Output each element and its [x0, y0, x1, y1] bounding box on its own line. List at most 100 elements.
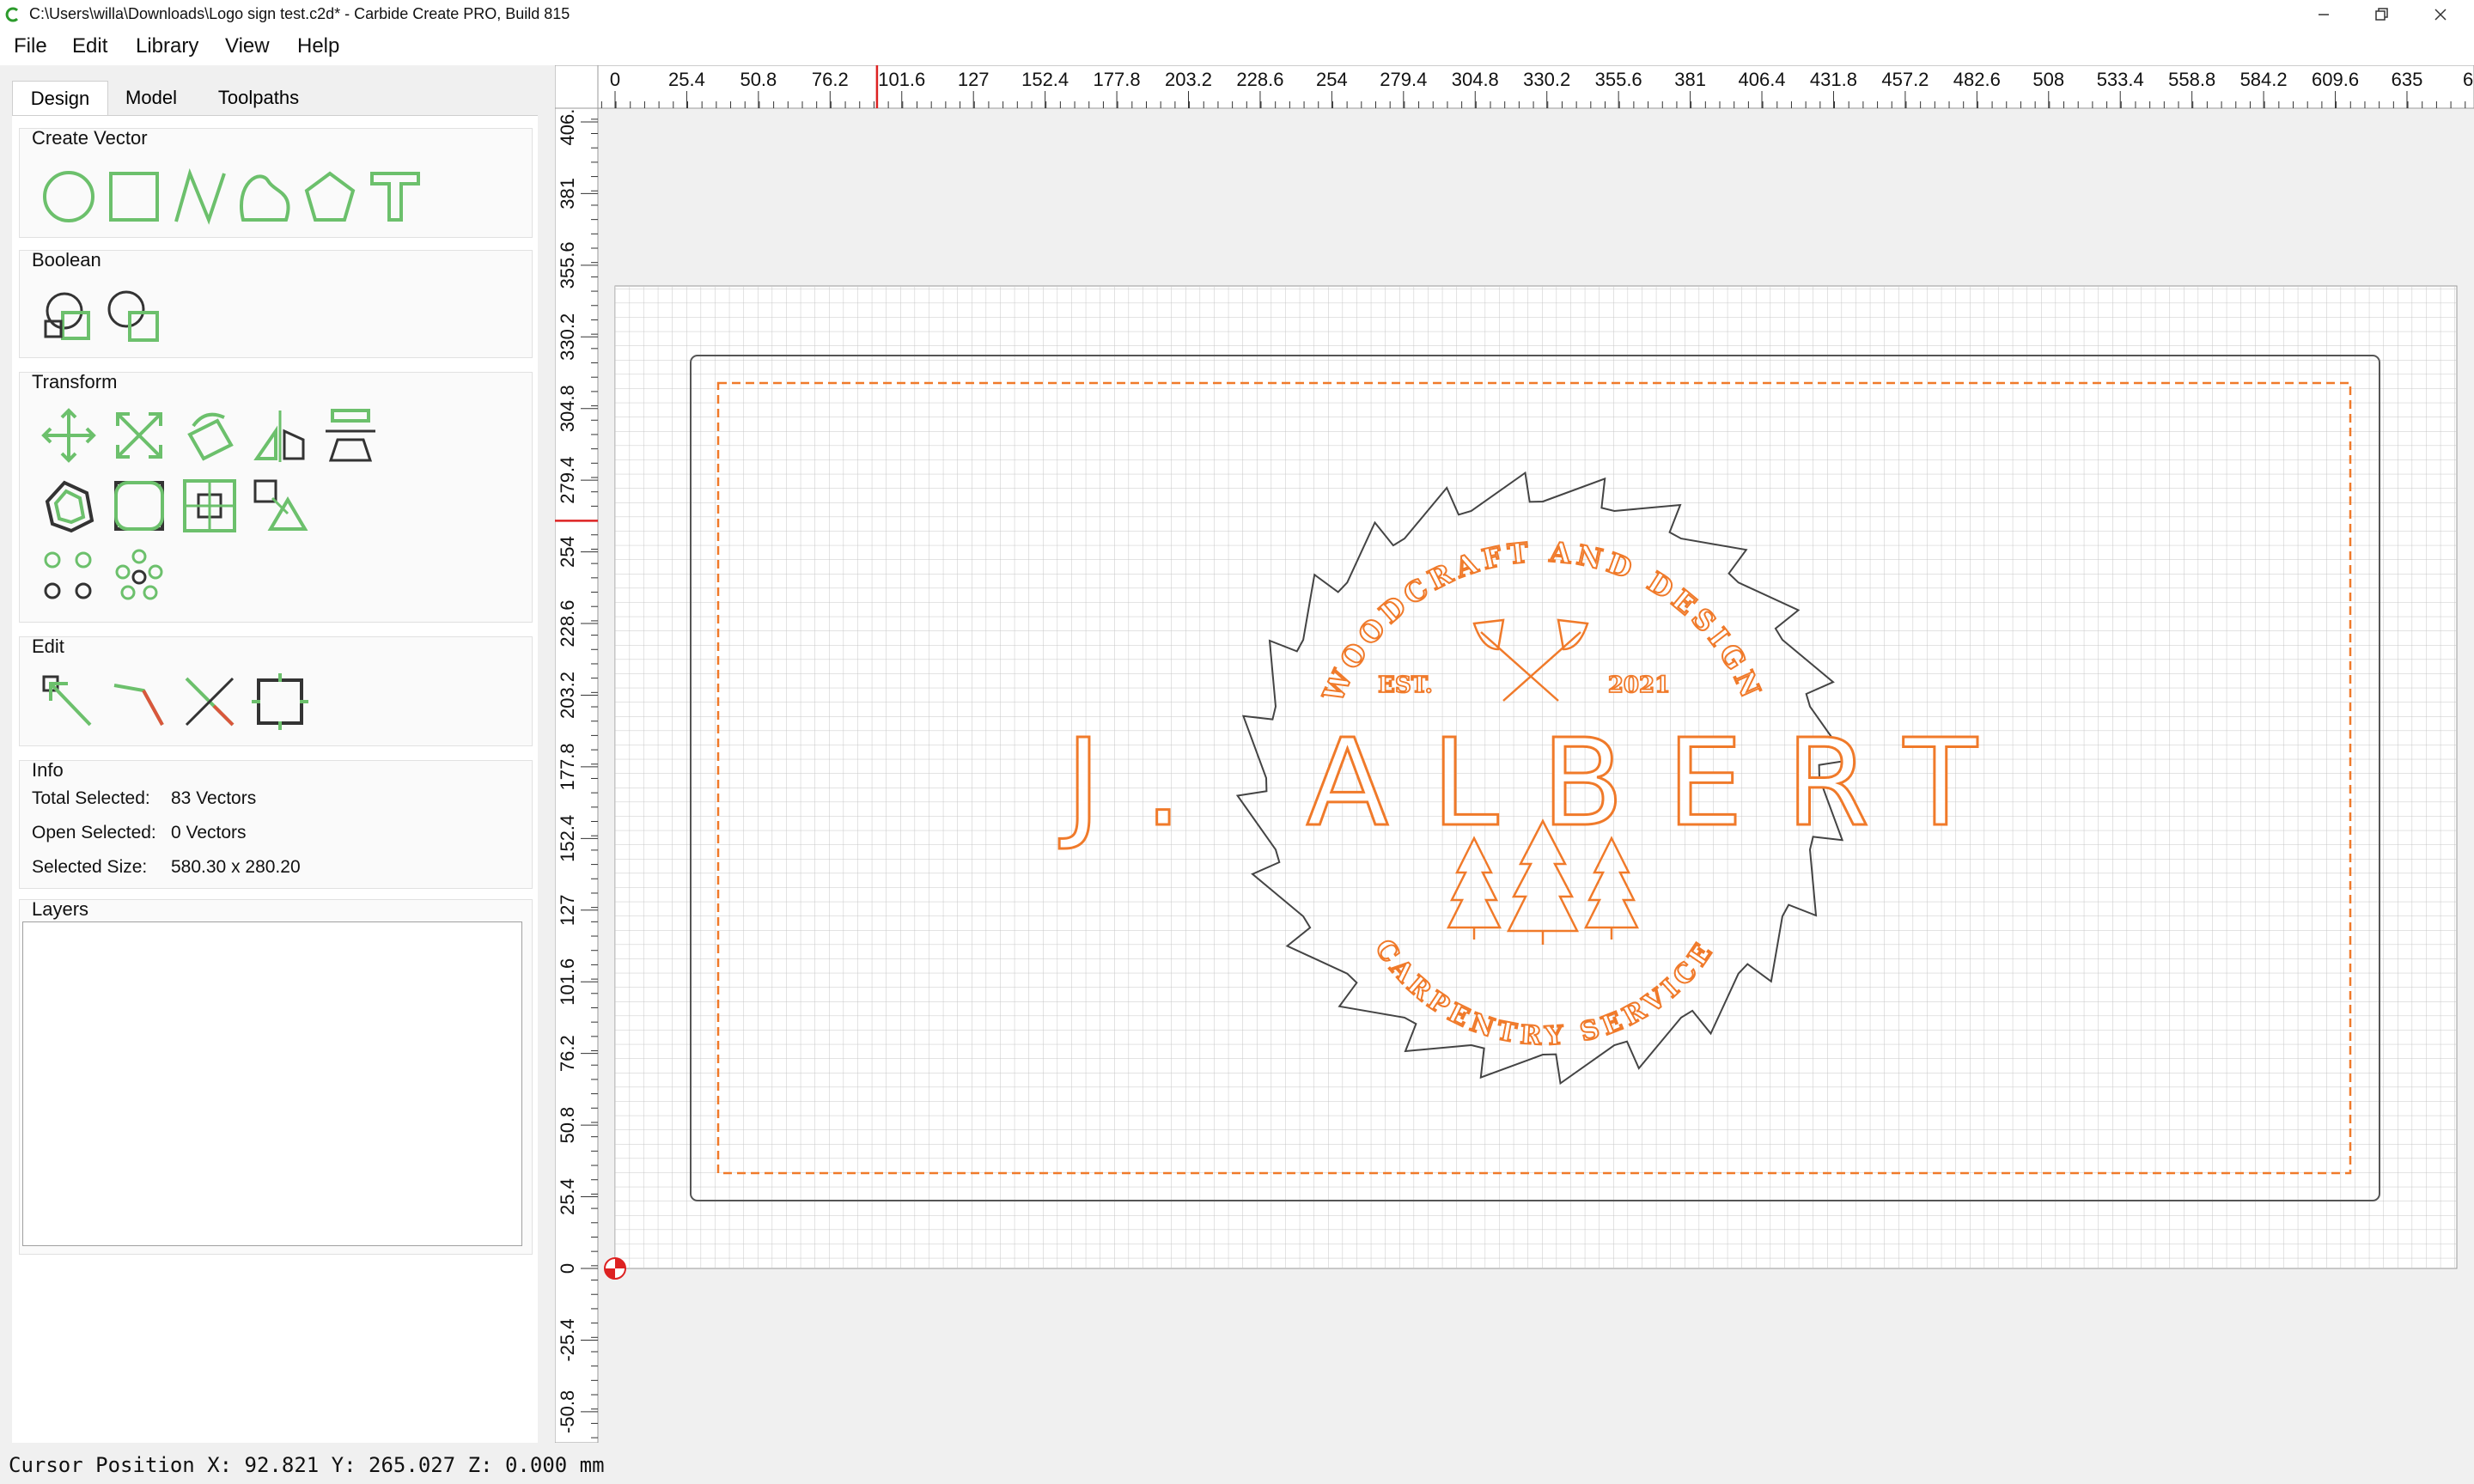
move-tool-button[interactable] [39, 405, 99, 465]
join-tool-button[interactable] [109, 672, 169, 732]
ruler-x-label: 355.6 [1595, 69, 1642, 90]
menu-help[interactable]: Help [297, 34, 339, 58]
tab-toolpaths[interactable]: Toolpaths [198, 81, 320, 115]
polygon-icon [304, 171, 356, 222]
ruler-y-label: 152.4 [557, 815, 578, 862]
ruler-y-label: 304.8 [557, 385, 578, 432]
mirror-tool-button[interactable] [250, 405, 310, 465]
origin-marker [604, 1257, 626, 1280]
open-selected-value: 0 Vectors [171, 823, 247, 842]
align-tool-button[interactable] [320, 405, 381, 465]
trim-icon [185, 677, 235, 727]
ruler-x-label: 228.6 [1236, 69, 1283, 90]
design-canvas[interactable]: WOODCRAFT AND DESIGN CARPENTRY SERVICE E… [554, 64, 2474, 1444]
logo-name: J. ALBERT [1058, 714, 2020, 854]
selected-size-value: 580.30 x 280.20 [171, 857, 301, 877]
curve-icon [240, 174, 290, 222]
tab-design[interactable]: Design [12, 81, 108, 116]
total-selected-label: Total Selected: [32, 788, 150, 808]
trace-tool-button[interactable] [250, 476, 310, 536]
logo-est-label: EST. [1378, 672, 1433, 698]
scale-icon [116, 412, 162, 459]
ruler-x-label: 533.4 [2097, 69, 2144, 90]
selected-size-label: Selected Size: [32, 857, 148, 877]
tab-model[interactable]: Model [110, 81, 192, 115]
rectangle-tool-button[interactable] [104, 167, 164, 227]
menu-library[interactable]: Library [136, 34, 198, 58]
union-icon [44, 292, 90, 340]
offset-icon [45, 480, 94, 533]
ruler-x-label: 406.4 [1738, 69, 1785, 90]
node-edit-tool-button[interactable] [39, 672, 99, 732]
layers-list[interactable] [22, 921, 522, 1246]
create-vector-section: Create Vector [19, 127, 533, 238]
fillet-tool-button[interactable] [109, 476, 169, 536]
ruler-y-label: -25.4 [557, 1318, 578, 1361]
bounding-box-tool-button[interactable] [250, 672, 310, 732]
close-button[interactable] [2410, 0, 2471, 29]
ruler-y-label: 330.2 [557, 313, 578, 361]
restore-button[interactable] [2352, 0, 2412, 29]
polygon-tool-button[interactable] [300, 167, 360, 227]
carbide-logo-icon [5, 7, 19, 22]
ruler-x-label: 609.6 [2312, 69, 2359, 90]
ruler-x-label: 25.4 [668, 69, 705, 90]
design-tab-content: Create Vector Boolean Transform Edit Inf… [12, 115, 538, 1444]
info-section: Info Total Selected: 83 Vectors Open Sel… [19, 759, 533, 889]
ruler-x-label: 0 [610, 69, 620, 90]
total-selected-value: 83 Vectors [171, 788, 257, 808]
total-selected-row: Total Selected: 83 Vectors [32, 788, 256, 809]
ruler-y-label: 355.6 [557, 241, 578, 289]
open-selected-label: Open Selected: [32, 823, 156, 842]
ruler-y-label: 50.8 [557, 1107, 578, 1144]
curve-tool-button[interactable] [235, 167, 295, 227]
scale-tool-button[interactable] [109, 405, 169, 465]
ruler-y-label: -50.8 [557, 1390, 578, 1433]
ruler-corner [554, 64, 599, 109]
trim-tool-button[interactable] [180, 672, 240, 732]
selected-size-row: Selected Size: 580.30 x 280.20 [32, 857, 301, 878]
menu-edit[interactable]: Edit [72, 34, 107, 58]
ruler-y-label: 279.4 [557, 457, 578, 504]
ruler-y-label: 381 [557, 178, 578, 210]
difference-tool-button[interactable] [104, 287, 164, 347]
circle-icon [43, 171, 94, 222]
ruler-y-label: 127 [557, 894, 578, 926]
ruler-x-label: 203.2 [1165, 69, 1212, 90]
align-icon [326, 409, 375, 462]
ruler-x-label: 76.2 [812, 69, 849, 90]
edit-section: Edit [19, 636, 533, 746]
polyline-tool-button[interactable] [169, 167, 229, 227]
ruler-x-label: 660 [2463, 69, 2474, 90]
section-title: Layers [32, 898, 89, 920]
ruler-x-label: 431.8 [1810, 69, 1857, 90]
text-tool-button[interactable] [365, 167, 425, 227]
circle-tool-button[interactable] [39, 167, 99, 227]
minimize-icon [2319, 14, 2329, 15]
logo-year: 2021 [1608, 672, 1670, 698]
difference-icon [107, 290, 159, 342]
ruler-y-label: 203.2 [557, 672, 578, 719]
canvas-area[interactable]: WOODCRAFT AND DESIGN CARPENTRY SERVICE E… [554, 64, 2474, 1444]
linear-array-tool-button[interactable] [109, 546, 169, 606]
rotate-tool-button[interactable] [180, 405, 240, 465]
center-tool-button[interactable] [180, 476, 240, 536]
ruler-x-label: 304.8 [1452, 69, 1499, 90]
trace-icon [253, 479, 308, 531]
center-icon [183, 479, 236, 532]
menu-file[interactable]: File [14, 34, 47, 58]
status-bar: Cursor Position X: 92.821 Y: 265.027 Z: … [0, 1443, 2474, 1484]
union-tool-button[interactable] [39, 287, 99, 347]
circular-array-tool-button[interactable] [39, 546, 99, 606]
ruler-x-label: 635 [2392, 69, 2423, 90]
minimize-button[interactable] [2294, 0, 2354, 29]
ruler-x-label: 482.6 [1953, 69, 2001, 90]
menu-view[interactable]: View [225, 34, 270, 58]
rectangle-icon [109, 172, 159, 222]
ruler-x-label: 279.4 [1380, 69, 1427, 90]
title-bar: C:\Users\willa\Downloads\Logo sign test.… [0, 0, 2474, 29]
offset-tool-button[interactable] [39, 476, 99, 536]
cursor-position: Cursor Position X: 92.821 Y: 265.027 Z: … [9, 1453, 605, 1477]
ruler-x-label: 508 [2032, 69, 2064, 90]
ruler-x-label: 254 [1316, 69, 1348, 90]
